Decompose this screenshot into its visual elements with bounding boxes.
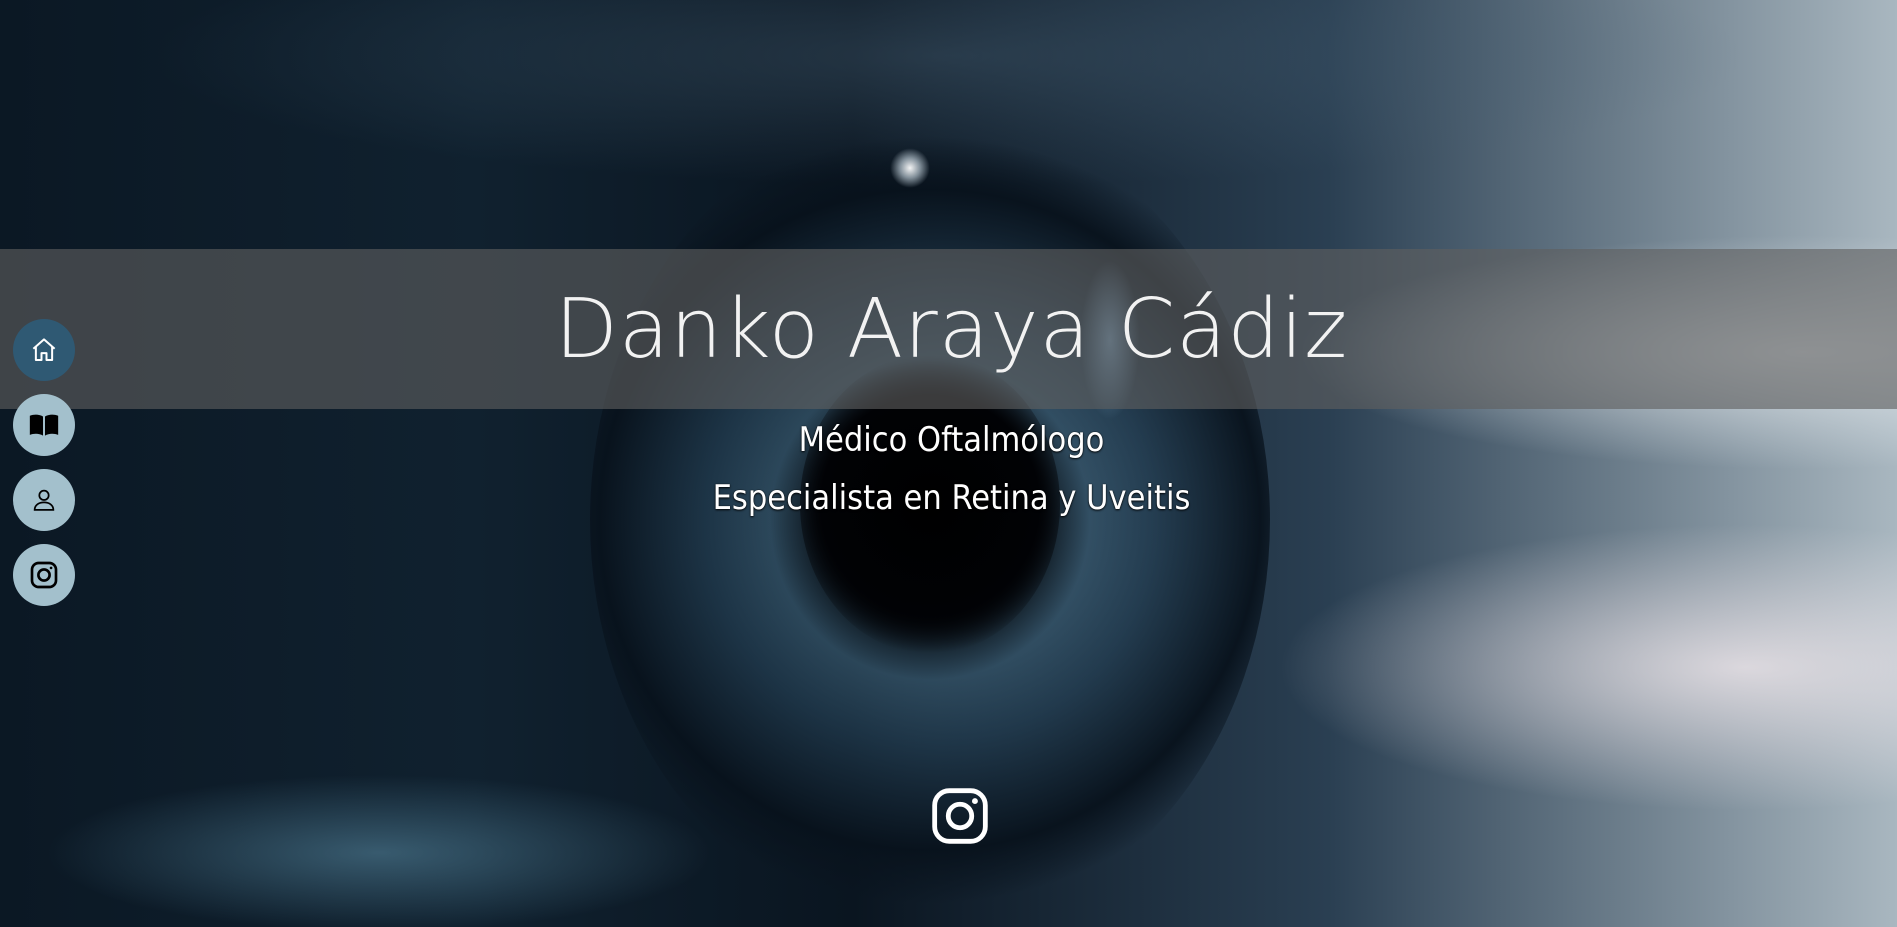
nav-instagram-button[interactable] <box>13 544 75 606</box>
nav-publications-button[interactable] <box>13 394 75 456</box>
side-nav <box>13 319 75 619</box>
nav-profile-button[interactable] <box>13 469 75 531</box>
instagram-link[interactable] <box>928 784 992 848</box>
subtitle-specialty: Especialista en Retina y Uveitis <box>712 478 1191 518</box>
nav-home-button[interactable] <box>13 319 75 381</box>
page-title: Danko Araya Cádiz <box>554 281 1349 377</box>
subtitle-profession: Médico Oftalmólogo <box>798 420 1105 460</box>
eye-glint <box>890 148 930 188</box>
instagram-icon <box>932 788 988 844</box>
book-icon <box>29 414 59 436</box>
instagram-icon <box>30 561 58 589</box>
home-icon <box>32 338 56 361</box>
user-icon <box>33 489 55 511</box>
title-band: Danko Araya Cádiz <box>0 249 1897 409</box>
